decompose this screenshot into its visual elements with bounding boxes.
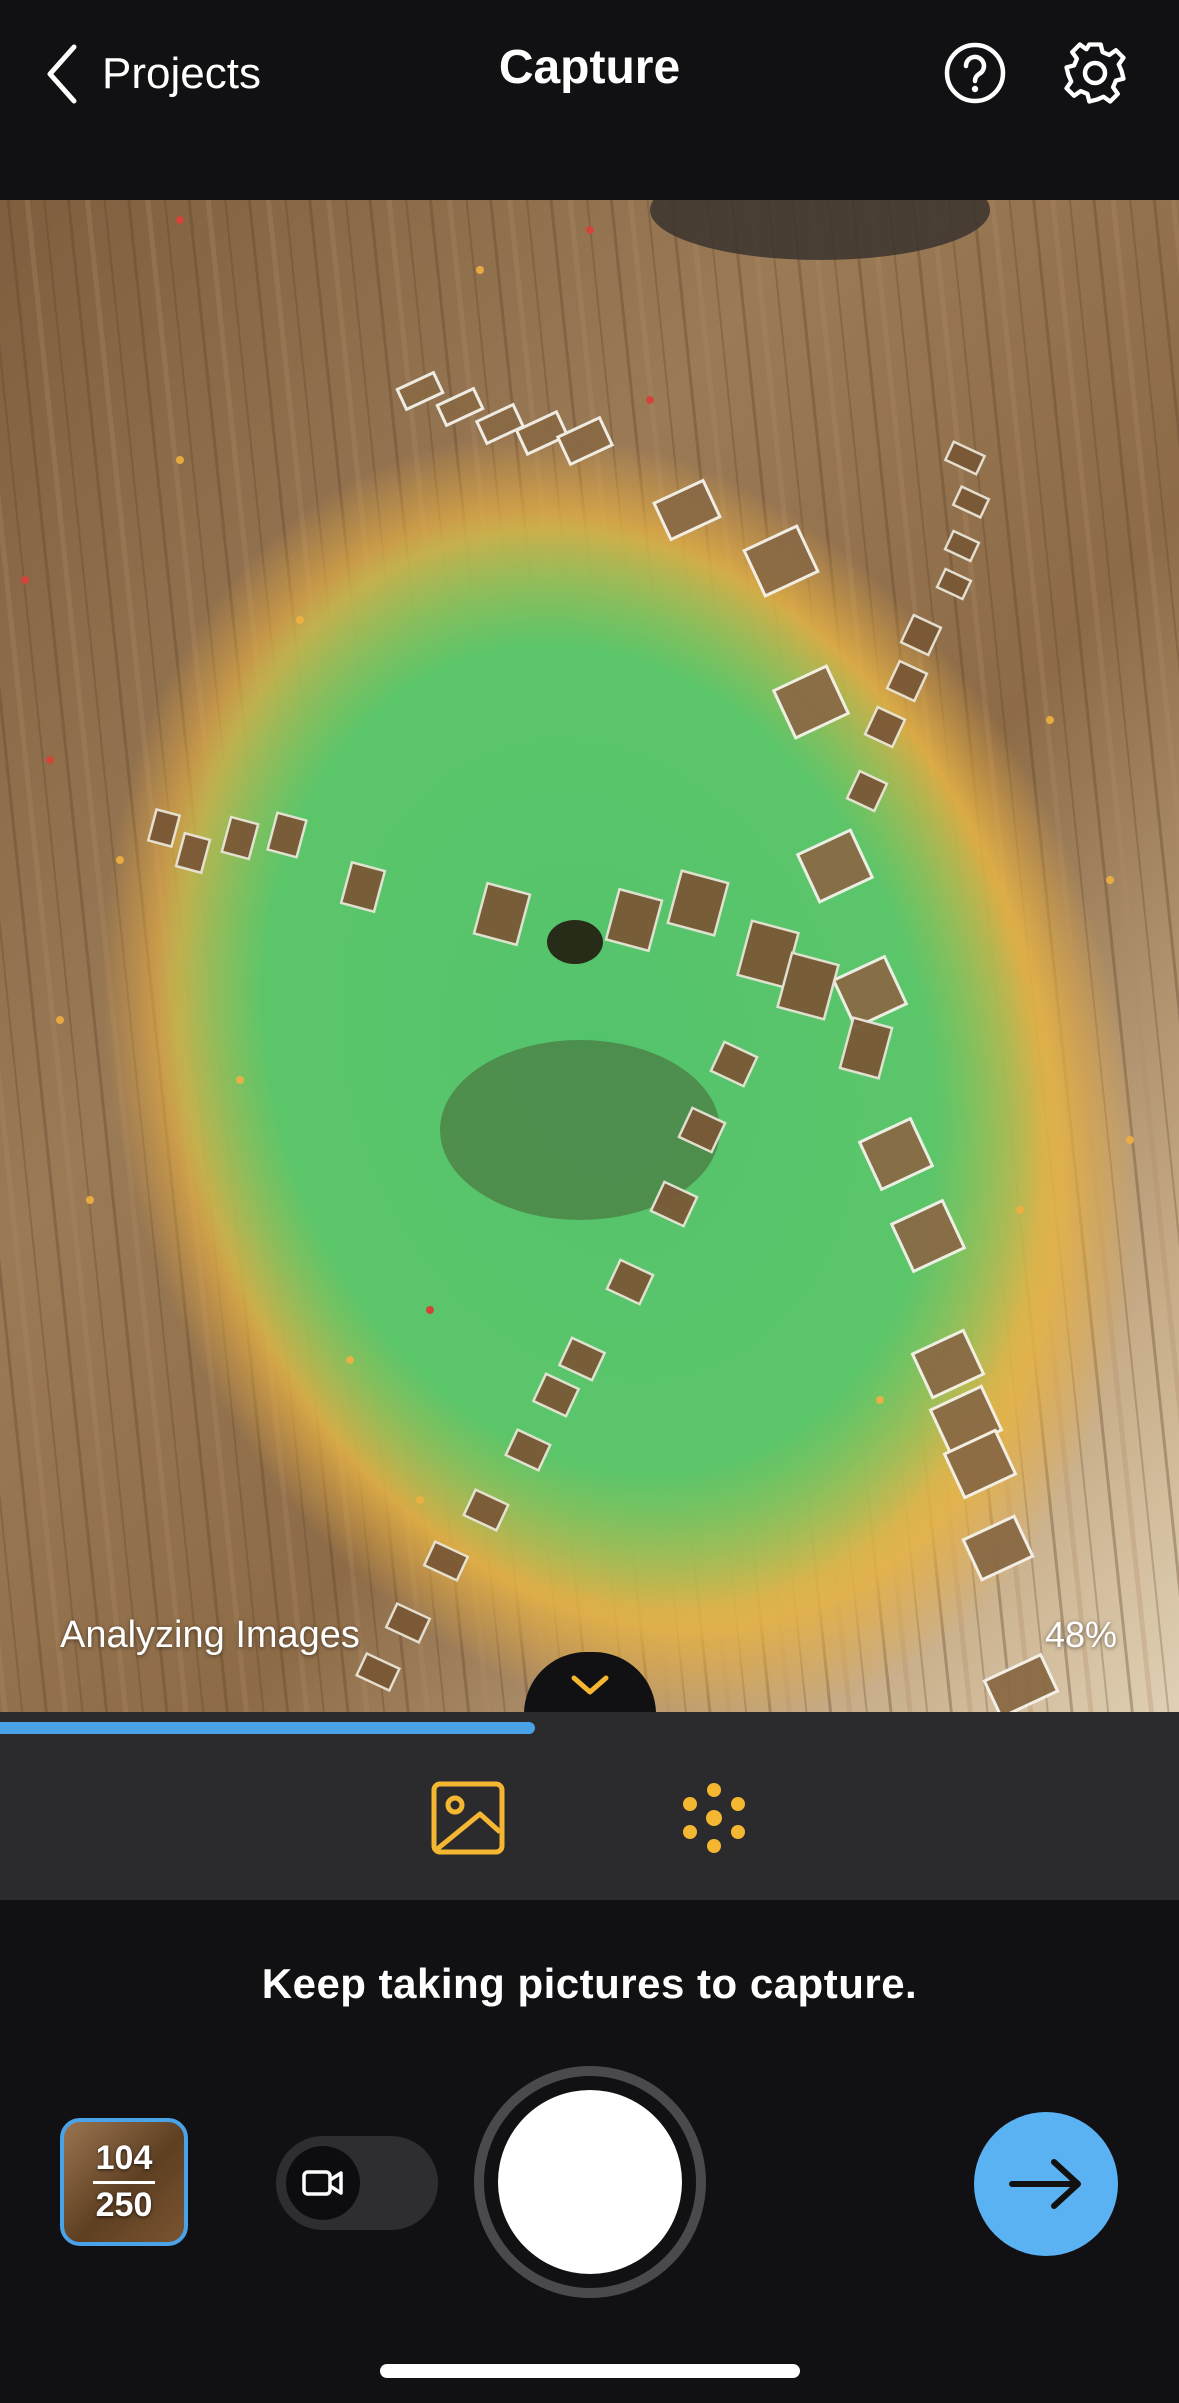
photo-counter: 104 250 bbox=[64, 2122, 184, 2242]
analysis-progress-fill bbox=[0, 1722, 535, 1734]
photo-gallery-thumbnail[interactable]: 104 250 bbox=[60, 2118, 188, 2246]
counter-divider bbox=[93, 2180, 155, 2184]
top-bar: Projects Capture bbox=[0, 0, 1179, 200]
camera-viewport[interactable] bbox=[0, 200, 1179, 1712]
help-icon[interactable] bbox=[940, 38, 1010, 108]
home-indicator bbox=[380, 2364, 800, 2378]
back-button[interactable]: Projects bbox=[44, 34, 261, 114]
next-button[interactable] bbox=[974, 2112, 1118, 2256]
shutter-button-inner bbox=[498, 2090, 682, 2274]
back-button-label: Projects bbox=[102, 49, 261, 98]
analyzing-status-label: Analyzing Images bbox=[60, 1614, 360, 1656]
settings-gear-icon[interactable] bbox=[1060, 38, 1130, 108]
photo-limit: 250 bbox=[95, 2185, 153, 2224]
camera-feed-image bbox=[0, 200, 1179, 1712]
photo-count: 104 bbox=[95, 2138, 153, 2177]
shutter-button[interactable] bbox=[474, 2066, 706, 2298]
analysis-progress-bar bbox=[0, 1712, 1179, 1736]
video-toggle-knob bbox=[286, 2146, 360, 2220]
chevron-down-icon bbox=[571, 1675, 609, 1695]
video-mode-toggle[interactable] bbox=[276, 2136, 438, 2230]
analysis-progress-percent: 48% bbox=[1044, 1614, 1117, 1655]
video-camera-icon bbox=[302, 2170, 343, 2196]
point-cloud-icon[interactable] bbox=[670, 1774, 758, 1862]
chevron-left-icon bbox=[47, 44, 77, 104]
capture-hint: Keep taking pictures to capture. bbox=[261, 1960, 918, 2007]
arrow-right-icon bbox=[1009, 2159, 1081, 2209]
image-icon[interactable] bbox=[424, 1774, 512, 1862]
capture-mode-bar bbox=[0, 1736, 1179, 1900]
